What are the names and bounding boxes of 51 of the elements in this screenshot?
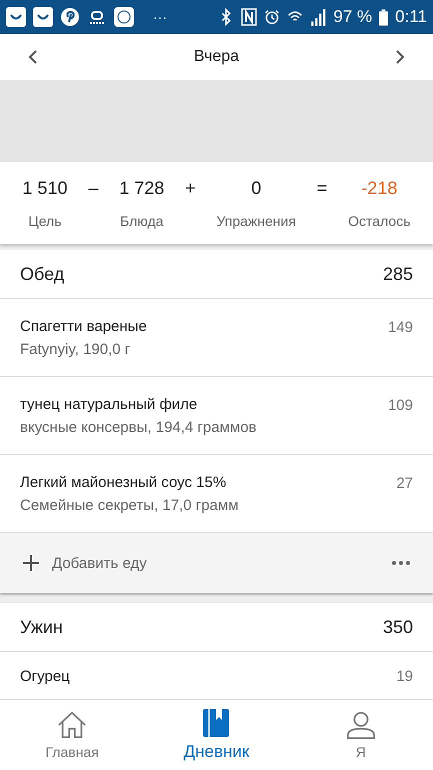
pin-icon — [60, 7, 80, 27]
food-entry[interactable]: Спагетти вареные Fatynyiy, 190,0 г 149 — [0, 299, 433, 377]
app-icon — [114, 7, 134, 27]
food-name: Спагетти вареные — [20, 318, 147, 334]
calorie-value: 1 728 — [119, 178, 164, 198]
calorie-label: Упражнения — [216, 212, 296, 228]
battery-icon — [379, 8, 388, 26]
more-icon[interactable] — [391, 560, 411, 566]
battery-percent: 97 % — [333, 7, 372, 27]
food-detail: Семейные секреты, 17,0 грамм — [20, 496, 239, 514]
nav-tab[interactable]: Дневник — [156, 708, 276, 762]
food-name: тунец натуральный филе — [20, 396, 198, 412]
food-name: Огурец — [20, 668, 70, 685]
person-icon — [346, 710, 376, 740]
food-calories: 109 — [388, 397, 413, 414]
food-detail: вкусные консервы, 194,4 граммов — [20, 418, 257, 436]
meal-calories: 285 — [382, 264, 413, 284]
add-food-button[interactable]: Добавить еду — [22, 554, 147, 572]
food-calories: 19 — [396, 668, 413, 685]
operator: + — [185, 178, 196, 198]
alarm-icon — [264, 8, 280, 26]
forward-icon[interactable] — [394, 49, 405, 65]
book-icon — [201, 708, 232, 738]
food-name: Легкий майонезный соус 15% — [20, 474, 228, 490]
operator: = — [316, 178, 328, 198]
calorie-label: Цель — [28, 212, 62, 228]
food-calories: 149 — [388, 319, 413, 336]
operator: – — [88, 178, 98, 198]
signal-icon — [310, 8, 326, 26]
calorie-label: Осталось — [348, 212, 410, 228]
food-calories: 27 — [396, 475, 413, 492]
calorie-label: Блюда — [120, 212, 164, 228]
calorie-value: 0 — [251, 178, 262, 198]
nav-tab[interactable]: Главная — [12, 710, 132, 760]
app-icon — [6, 7, 26, 27]
nfc-icon — [241, 8, 258, 26]
calorie-value: -218 — [361, 178, 398, 198]
food-entry[interactable]: тунец натуральный филе вкусные консервы, 194,4 граммов 109 — [0, 377, 433, 455]
clock: 0:11 — [395, 7, 427, 27]
food-detail: Fatynyiy, 190,0 г — [20, 340, 132, 358]
more-notifications: ··· — [153, 9, 167, 25]
meal-calories: 350 — [382, 616, 413, 638]
date-title: Вчера — [194, 48, 240, 66]
plus-icon — [22, 554, 40, 572]
meal-title: Ужин — [20, 616, 63, 638]
app-icon — [33, 7, 53, 27]
nav-tab[interactable]: Я — [300, 710, 421, 760]
calorie-value: 1 510 — [22, 178, 68, 198]
meal-title: Обед — [20, 264, 64, 284]
back-icon[interactable] — [28, 49, 38, 65]
home-icon — [57, 710, 88, 740]
